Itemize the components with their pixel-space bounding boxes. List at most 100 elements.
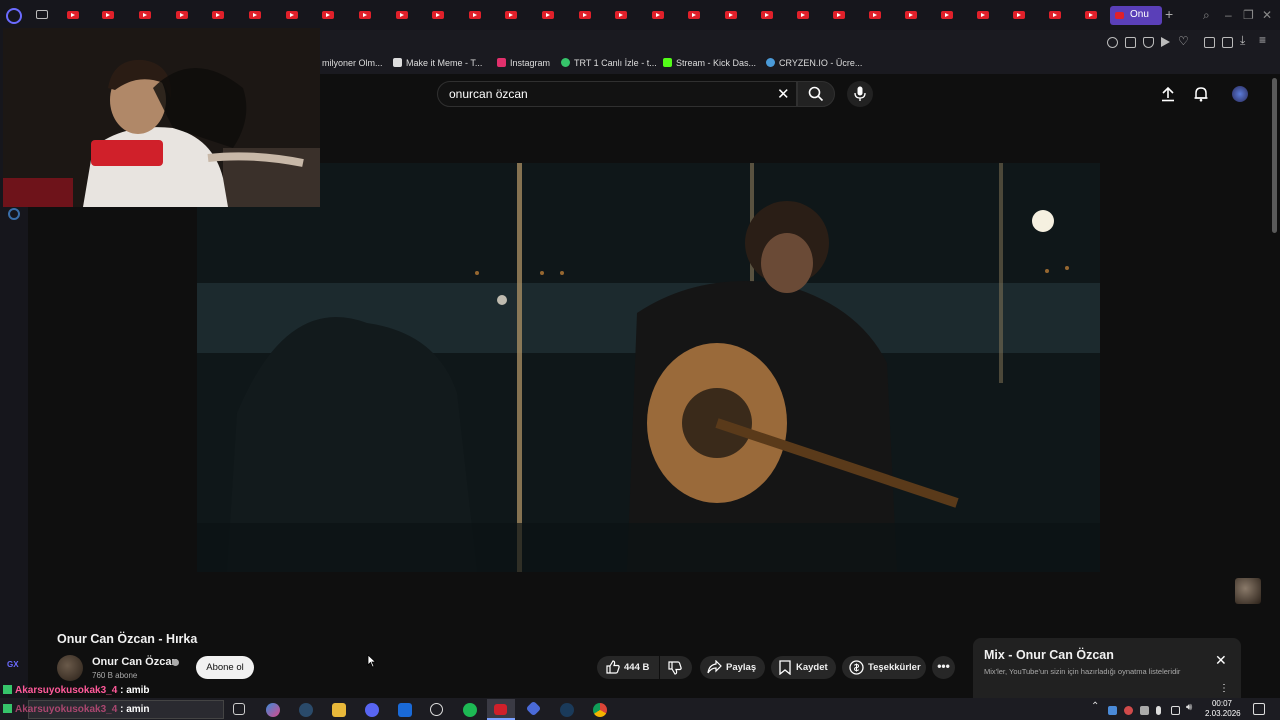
tab-youtube-27[interactable] bbox=[1013, 11, 1025, 19]
thanks-button[interactable]: Teşekkürler bbox=[842, 656, 926, 679]
tab-overview-icon[interactable] bbox=[36, 10, 48, 19]
tab-youtube-19[interactable] bbox=[725, 11, 737, 19]
bookmark-item[interactable]: TRT 1 Canlı İzle - t... bbox=[561, 58, 657, 68]
tab-youtube-23[interactable] bbox=[869, 11, 881, 19]
settings-icon[interactable] bbox=[8, 208, 20, 220]
tab-youtube-18[interactable] bbox=[688, 11, 700, 19]
bookmark-item[interactable]: Instagram bbox=[497, 58, 550, 68]
tray-app-icon[interactable] bbox=[1108, 706, 1117, 715]
tab-search-icon[interactable]: ⌕ bbox=[1203, 8, 1210, 23]
gx-icon[interactable]: GX bbox=[7, 660, 19, 669]
clear-search-icon[interactable]: ✕ bbox=[777, 85, 790, 103]
close-window-button[interactable]: ✕ bbox=[1262, 8, 1272, 22]
tab-youtube-15[interactable] bbox=[579, 11, 591, 19]
tab-youtube-22[interactable] bbox=[833, 11, 845, 19]
scrollbar-thumb[interactable] bbox=[1272, 78, 1277, 233]
search-button[interactable] bbox=[797, 81, 835, 107]
super-thanks-icon bbox=[849, 660, 864, 675]
extensions-icon[interactable] bbox=[1204, 37, 1215, 48]
tab-youtube-13[interactable] bbox=[505, 11, 517, 19]
tab-youtube-16[interactable] bbox=[615, 11, 627, 19]
tab-youtube-12[interactable] bbox=[469, 11, 481, 19]
pin-icon[interactable] bbox=[1107, 37, 1118, 48]
share-button[interactable]: Paylaş bbox=[700, 656, 765, 679]
video-thumbnail[interactable] bbox=[1235, 578, 1261, 604]
tab-youtube-1[interactable] bbox=[67, 11, 79, 19]
tab-youtube-14[interactable] bbox=[542, 11, 554, 19]
screenshot-icon[interactable] bbox=[1125, 37, 1136, 48]
bookmark-item[interactable]: Stream - Kick Das... bbox=[663, 58, 756, 68]
tab-youtube-29[interactable] bbox=[1085, 11, 1097, 19]
file-explorer-icon[interactable] bbox=[332, 703, 346, 717]
tab-youtube-28[interactable] bbox=[1049, 11, 1061, 19]
search-input-value[interactable]: onurcan özcan bbox=[449, 87, 528, 101]
tab-youtube-9[interactable] bbox=[359, 11, 371, 19]
tab-active[interactable]: Onu bbox=[1110, 6, 1162, 25]
tab-youtube-17[interactable] bbox=[652, 11, 664, 19]
clock-date: 2.03.2026 bbox=[1205, 709, 1241, 718]
new-tab-button[interactable]: + bbox=[1165, 6, 1173, 22]
play-icon[interactable] bbox=[1161, 37, 1170, 47]
mail-icon[interactable] bbox=[398, 703, 412, 717]
minimize-button[interactable]: – bbox=[1225, 8, 1232, 22]
subscribe-button[interactable]: Abone ol bbox=[196, 656, 254, 679]
tab-youtube-2[interactable] bbox=[102, 11, 114, 19]
spotify-icon[interactable] bbox=[463, 703, 477, 717]
tray-app-icon[interactable] bbox=[1140, 706, 1149, 715]
save-button[interactable]: Kaydet bbox=[771, 656, 836, 679]
discord-icon[interactable] bbox=[365, 703, 379, 717]
channel-avatar[interactable] bbox=[57, 655, 83, 681]
tray-chevron-icon[interactable]: ⌃ bbox=[1091, 701, 1099, 712]
tab-youtube-4[interactable] bbox=[176, 11, 188, 19]
tray-display-icon[interactable] bbox=[1171, 706, 1180, 715]
opera-gx-icon[interactable] bbox=[494, 704, 507, 715]
channel-name[interactable]: Onur Can Özcan bbox=[92, 656, 178, 668]
tab-youtube-25[interactable] bbox=[941, 11, 953, 19]
tab-youtube-3[interactable] bbox=[139, 11, 151, 19]
tray-mic-icon[interactable] bbox=[1156, 706, 1161, 715]
bookmark-item[interactable]: milyoner Olm... bbox=[322, 58, 383, 68]
tab-youtube-26[interactable] bbox=[977, 11, 989, 19]
more-actions-button[interactable]: ••• bbox=[932, 656, 955, 679]
steam-app-icon[interactable] bbox=[560, 703, 574, 717]
volume-icon[interactable]: 🔊︎ bbox=[1186, 702, 1192, 713]
tab-youtube-11[interactable] bbox=[432, 11, 444, 19]
opera-logo-icon[interactable] bbox=[6, 8, 22, 24]
shield-icon[interactable] bbox=[1143, 37, 1154, 48]
copilot-icon[interactable] bbox=[266, 703, 280, 717]
tab-youtube-10[interactable] bbox=[396, 11, 408, 19]
video-player[interactable] bbox=[197, 163, 1100, 572]
obs-icon[interactable] bbox=[430, 703, 443, 716]
mix-title[interactable]: Mix - Onur Can Özcan bbox=[984, 648, 1114, 662]
tab-youtube-24[interactable] bbox=[905, 11, 917, 19]
bookmark-item[interactable]: CRYZEN.IO - Ücre... bbox=[766, 58, 862, 68]
chrome-icon[interactable] bbox=[593, 703, 607, 717]
search-icon bbox=[808, 86, 824, 102]
tab-youtube-21[interactable] bbox=[797, 11, 809, 19]
dislike-button[interactable] bbox=[660, 656, 692, 679]
notifications-bell-icon[interactable] bbox=[1193, 86, 1209, 102]
system-clock[interactable]: 00:07 2.03.2026 bbox=[1205, 699, 1241, 719]
upload-icon[interactable] bbox=[1160, 86, 1176, 102]
tab-youtube-7[interactable] bbox=[286, 11, 298, 19]
wallet-icon[interactable] bbox=[1222, 37, 1233, 48]
tray-app-icon[interactable] bbox=[1124, 706, 1133, 715]
download-icon[interactable]: ⤓ bbox=[1240, 33, 1245, 48]
steam-icon[interactable] bbox=[299, 703, 313, 717]
maximize-button[interactable]: ❐ bbox=[1243, 8, 1254, 22]
tab-youtube-8[interactable] bbox=[322, 11, 334, 19]
like-button[interactable]: 444 B bbox=[597, 656, 659, 679]
menu-icon[interactable]: ≡ bbox=[1259, 33, 1266, 47]
bookmark-item[interactable]: Make it Meme - T... bbox=[393, 58, 482, 68]
close-icon[interactable]: ✕ bbox=[1215, 652, 1227, 669]
tab-youtube-5[interactable] bbox=[212, 11, 224, 19]
tab-youtube-6[interactable] bbox=[249, 11, 261, 19]
voice-search-button[interactable] bbox=[847, 81, 873, 107]
more-vert-icon[interactable]: ⋮ bbox=[1219, 683, 1229, 694]
notification-center-icon[interactable] bbox=[1253, 703, 1265, 715]
mim-icon bbox=[393, 58, 402, 67]
account-avatar[interactable] bbox=[1232, 86, 1248, 102]
task-view-icon[interactable] bbox=[233, 703, 245, 715]
heart-icon[interactable]: ♡ bbox=[1178, 34, 1189, 48]
tab-youtube-20[interactable] bbox=[761, 11, 773, 19]
